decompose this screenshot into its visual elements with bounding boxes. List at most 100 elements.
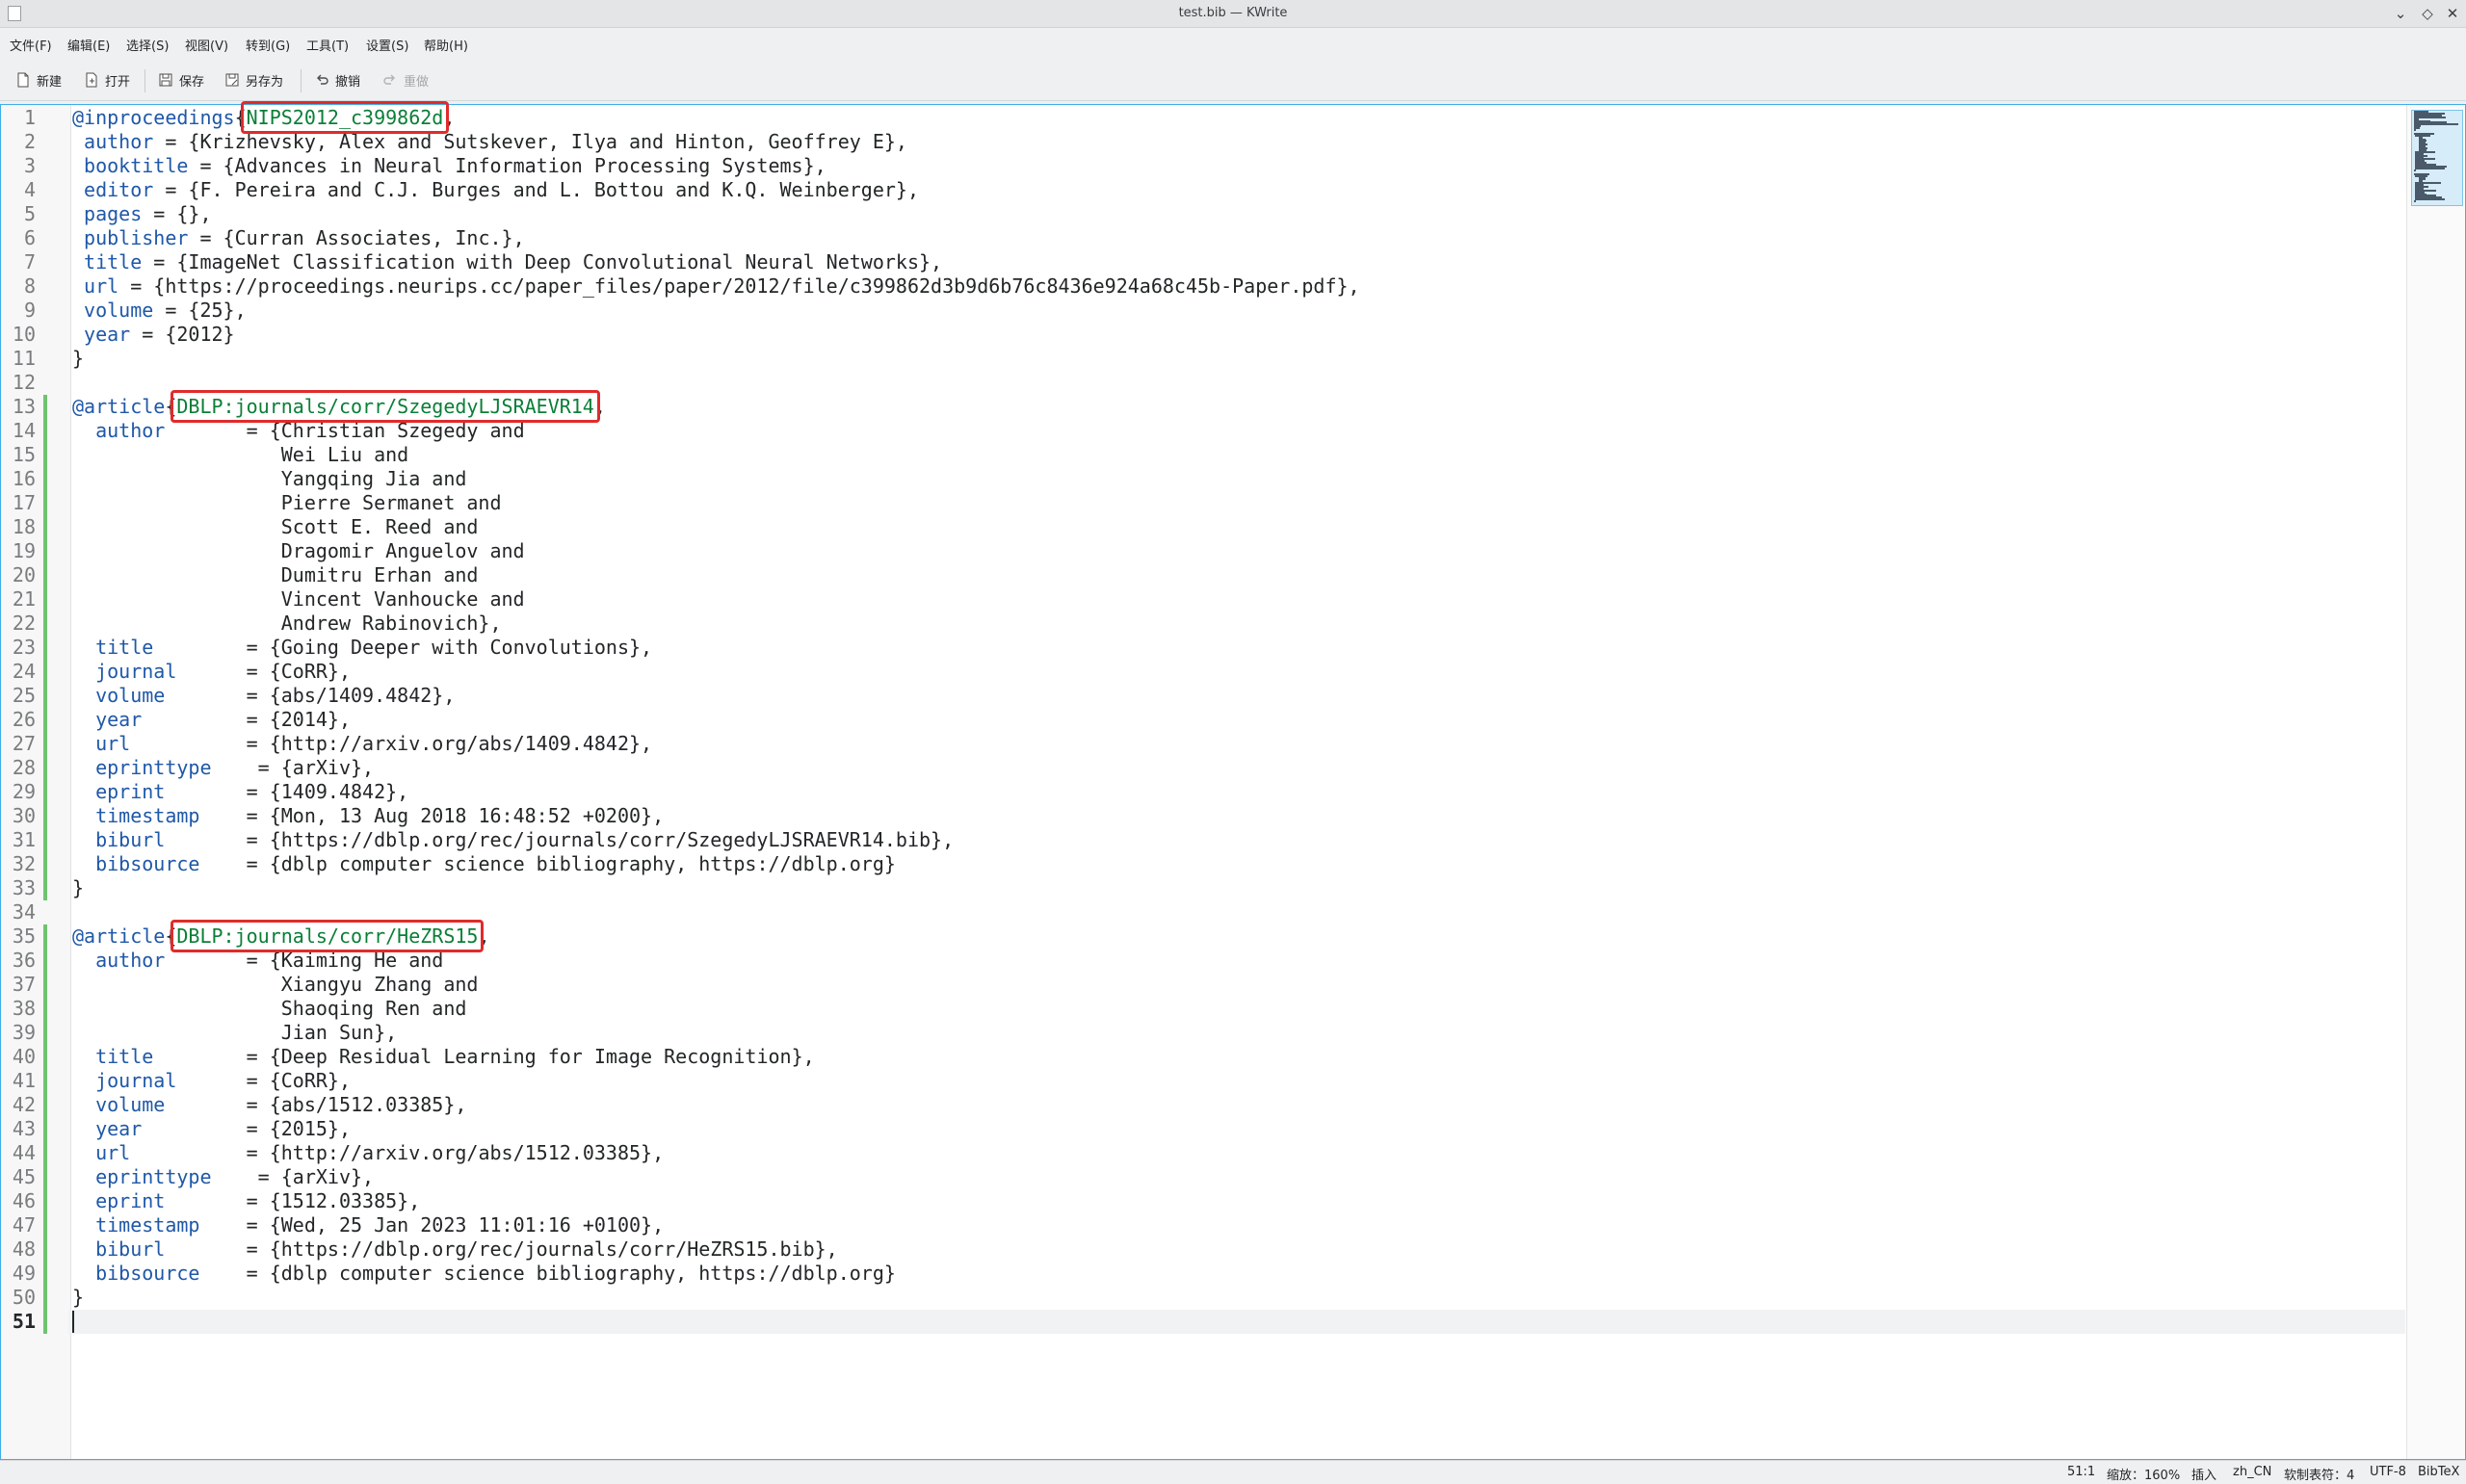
menu-edit[interactable]: 编辑(E): [67, 36, 110, 54]
new-button[interactable]: 新建: [15, 69, 62, 91]
text-editor[interactable]: 1 2 3 4 5 6 7 8 9 10 11 12 13 14 15 16 17 18 19 20 21 22 23 24 2…: [0, 101, 2466, 1460]
code-line[interactable]: bibsource = {dblp computer science bibli…: [72, 852, 896, 876]
code-line[interactable]: Wei Liu and: [72, 443, 408, 467]
code-line[interactable]: title = {Deep Residual Learning for Imag…: [72, 1045, 815, 1069]
redo-button[interactable]: 重做: [382, 69, 429, 91]
code-line[interactable]: [68, 1310, 2405, 1334]
line-number: 28: [12, 756, 36, 779]
line-number: 6: [23, 226, 36, 249]
line-number: 21: [12, 587, 36, 611]
zoom-level[interactable]: 缩放：160%: [2107, 1465, 2180, 1483]
code-line[interactable]: url = {https://proceedings.neurips.cc/pa…: [72, 274, 1360, 299]
code-line[interactable]: Dragomir Anguelov and: [72, 539, 525, 563]
line-number: 23: [12, 636, 36, 659]
code-line[interactable]: year = {2014},: [72, 708, 351, 732]
code-line[interactable]: bibsource = {dblp computer science bibli…: [72, 1262, 896, 1286]
line-number: 44: [12, 1141, 36, 1164]
minimap-scrollbar[interactable]: [2406, 105, 2465, 1459]
code-line[interactable]: Scott E. Reed and: [72, 515, 479, 539]
code-line[interactable]: url = {http://arxiv.org/abs/1512.03385},: [72, 1141, 664, 1165]
code-line[interactable]: eprint = {1512.03385},: [72, 1189, 420, 1213]
menu-settings[interactable]: 设置(S): [366, 36, 408, 54]
redo-icon: [383, 74, 395, 85]
code-line[interactable]: Dumitru Erhan and: [72, 563, 479, 587]
code-line[interactable]: Pierre Sermanet and: [72, 491, 502, 515]
code-line[interactable]: eprinttype = {arXiv},: [72, 1165, 374, 1189]
code-line[interactable]: journal = {CoRR},: [72, 1069, 351, 1093]
minimap-line: [2414, 123, 2459, 126]
code-line[interactable]: volume = {25},: [72, 299, 247, 323]
code-line[interactable]: editor = {F. Pereira and C.J. Burges and…: [72, 178, 919, 202]
save-as-button[interactable]: 另存为: [224, 69, 283, 91]
title-bar: test.bib — KWrite ⌄ ◇ ✕: [0, 0, 2466, 28]
line-number: 48: [12, 1237, 36, 1261]
code-line[interactable]: year = {2012}: [72, 323, 235, 347]
code-line[interactable]: volume = {abs/1409.4842},: [72, 684, 455, 708]
code-line[interactable]: Vincent Vanhoucke and: [72, 587, 525, 612]
code-line[interactable]: title = {ImageNet Classification with De…: [72, 250, 942, 274]
line-number: 8: [23, 274, 36, 298]
code-line[interactable]: timestamp = {Mon, 13 Aug 2018 16:48:52 +…: [72, 804, 664, 828]
menu-file[interactable]: 文件(F): [10, 36, 52, 54]
save-button-label: 保存: [179, 74, 205, 90]
code-line[interactable]: }: [72, 1286, 84, 1310]
code-line[interactable]: volume = {abs/1512.03385},: [72, 1093, 466, 1117]
line-number-gutter[interactable]: 1 2 3 4 5 6 7 8 9 10 11 12 13 14 15 16 17 18 19 20 21 22 23 24 2…: [1, 105, 71, 1459]
maximize-button[interactable]: ◇: [2418, 4, 2437, 23]
code-line[interactable]: booktitle = {Advances in Neural Informat…: [72, 154, 826, 178]
code-line[interactable]: url = {http://arxiv.org/abs/1409.4842},: [72, 732, 652, 756]
open-button[interactable]: 打开: [84, 69, 130, 91]
line-number: 27: [12, 732, 36, 755]
line-number: 30: [12, 804, 36, 827]
code-line[interactable]: eprinttype = {arXiv},: [72, 756, 374, 780]
menu-help[interactable]: 帮助(H): [424, 36, 468, 54]
undo-button[interactable]: 撤销: [314, 69, 360, 91]
input-mode[interactable]: 插入: [2191, 1465, 2217, 1483]
code-line[interactable]: Shaoqing Ren and: [72, 997, 467, 1021]
code-line[interactable]: journal = {CoRR},: [72, 660, 351, 684]
cursor-position[interactable]: 51:1: [2067, 1465, 2095, 1479]
code-line[interactable]: Yangqing Jia and: [72, 467, 467, 491]
code-line[interactable]: timestamp = {Wed, 25 Jan 2023 11:01:16 +…: [72, 1213, 664, 1237]
code-line[interactable]: Andrew Rabinovich},: [72, 612, 502, 636]
line-number: 33: [12, 876, 36, 899]
code-line[interactable]: Jian Sun},: [72, 1021, 397, 1045]
entry-key-highlight-box: [240, 101, 450, 134]
line-number: 16: [12, 467, 36, 490]
dictionary-selector[interactable]: zh_CN: [2233, 1465, 2271, 1479]
code-line[interactable]: biburl = {https://dblp.org/rec/journals/…: [72, 828, 954, 852]
save-button[interactable]: 保存: [158, 69, 204, 91]
undo-button-label: 撤销: [335, 74, 361, 90]
line-number: 40: [12, 1045, 36, 1068]
line-number: 41: [12, 1069, 36, 1092]
line-number: 7: [23, 250, 36, 273]
menu-go[interactable]: 转到(G): [246, 36, 290, 54]
code-line[interactable]: }: [72, 876, 84, 900]
indentation-setting[interactable]: 软制表符：4: [2284, 1465, 2354, 1483]
line-number: 14: [12, 419, 36, 442]
encoding-selector[interactable]: UTF-8: [2370, 1465, 2406, 1479]
menu-select[interactable]: 选择(S): [126, 36, 169, 54]
code-line[interactable]: year = {2015},: [72, 1117, 351, 1141]
code-line[interactable]: eprint = {1409.4842},: [72, 780, 408, 804]
code-line[interactable]: title = {Going Deeper with Convolutions}…: [72, 636, 652, 660]
line-number: 50: [12, 1286, 36, 1309]
menu-tools[interactable]: 工具(T): [306, 36, 349, 54]
code-line[interactable]: publisher = {Curran Associates, Inc.},: [72, 226, 525, 250]
close-button[interactable]: ✕: [2443, 4, 2462, 23]
code-line[interactable]: Xiangyu Zhang and: [72, 973, 479, 997]
line-number: 34: [12, 900, 36, 924]
syntax-mode-selector[interactable]: BibTeX: [2418, 1465, 2459, 1479]
minimize-button[interactable]: ⌄: [2391, 4, 2410, 23]
menu-view[interactable]: 视图(V): [185, 36, 228, 54]
code-line[interactable]: biburl = {https://dblp.org/rec/journals/…: [72, 1237, 838, 1262]
code-line[interactable]: author = {Krizhevsky, Alex and Sutskever…: [72, 130, 907, 154]
minimap-line: [2414, 198, 2445, 201]
text-cursor: [72, 1311, 74, 1333]
code-line[interactable]: pages = {},: [72, 202, 211, 226]
entry-key-highlight-box: [171, 920, 485, 952]
save-as-icon: [225, 73, 239, 87]
line-number: 19: [12, 539, 36, 562]
code-line[interactable]: }: [72, 347, 84, 371]
code-area[interactable]: @inproceedings{NIPS2012_c399862d, author…: [68, 101, 2407, 1459]
